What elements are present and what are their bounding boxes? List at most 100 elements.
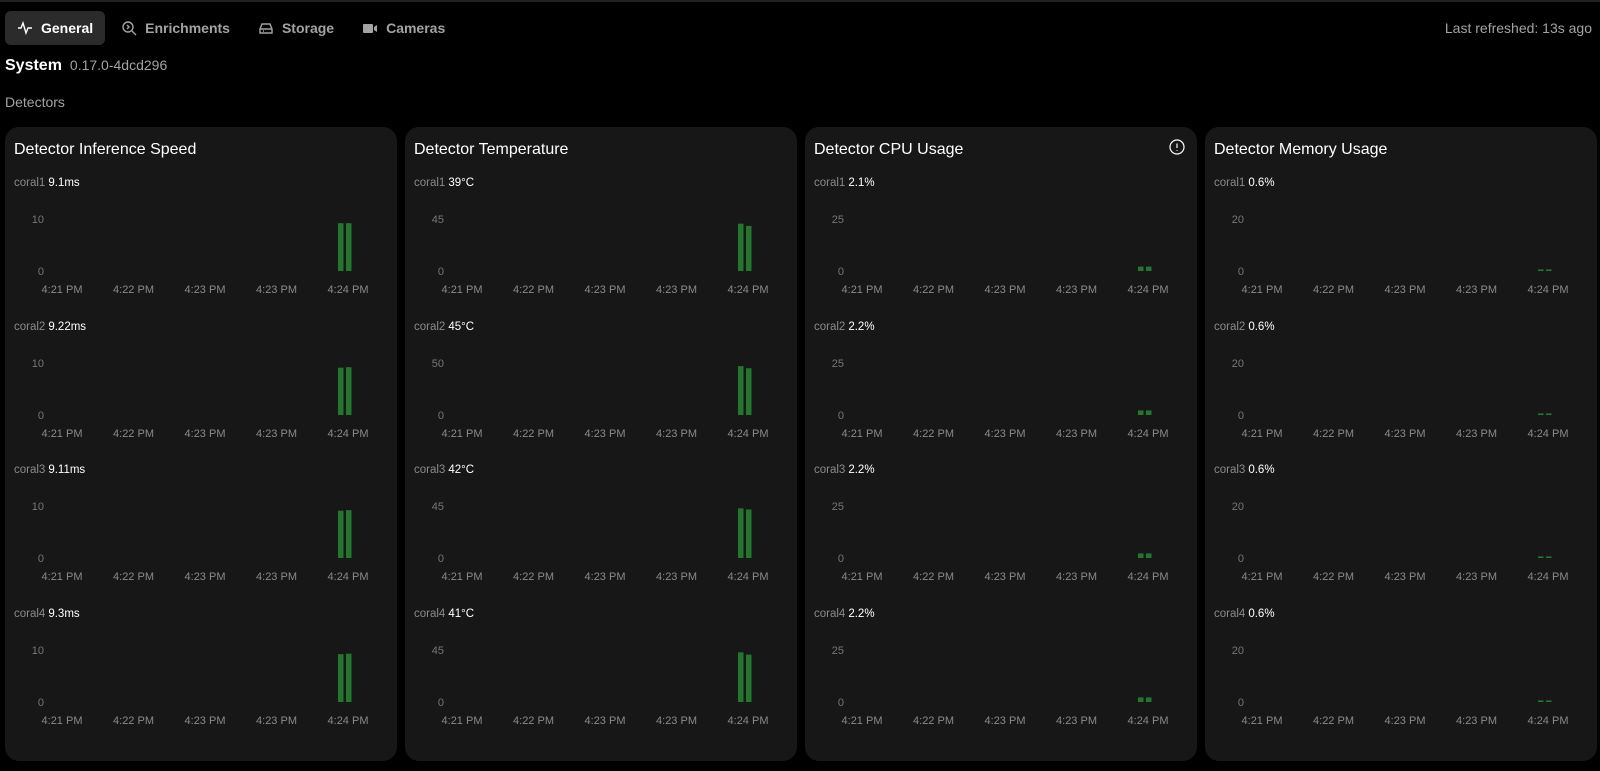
- y-tick-label: 20: [1232, 645, 1244, 657]
- bar-coral3-0[interactable]: [1138, 553, 1144, 558]
- y-tick-label: 10: [32, 214, 44, 226]
- x-tick-label: 4:21 PM: [1242, 571, 1283, 583]
- bar-coral1-0[interactable]: [1538, 269, 1544, 271]
- x-tick-label: 4:22 PM: [513, 715, 554, 727]
- bar-coral2-0[interactable]: [1538, 412, 1544, 415]
- x-tick-label: 4:23 PM: [656, 571, 697, 583]
- bar-coral2-1[interactable]: [1546, 412, 1552, 415]
- bar-coral3-0[interactable]: [738, 508, 744, 558]
- x-tick-label: 4:24 PM: [1128, 571, 1169, 583]
- x-tick-label: 4:21 PM: [42, 715, 83, 727]
- detector-name: coral1: [414, 177, 446, 189]
- x-tick-label: 4:24 PM: [328, 715, 369, 727]
- x-tick-label: 4:23 PM: [656, 428, 697, 440]
- y-tick-label: 50: [432, 358, 444, 370]
- bar-coral2-0[interactable]: [1138, 409, 1144, 415]
- x-tick-label: 4:24 PM: [1528, 284, 1569, 296]
- x-tick-label: 4:21 PM: [842, 715, 883, 727]
- y-tick-label: 45: [432, 645, 444, 657]
- bar-coral2-1[interactable]: [346, 366, 352, 415]
- bar-coral4-1[interactable]: [1146, 696, 1152, 702]
- x-tick-label: 4:23 PM: [585, 284, 626, 296]
- bar-chart: 10 0 4:21 PM 4:22 PM 4:23 PM 4:23 PM 4:24 PM: [32, 645, 369, 727]
- x-tick-label: 4:21 PM: [442, 715, 483, 727]
- bar-coral3-0[interactable]: [1538, 556, 1544, 558]
- x-tick-label: 4:24 PM: [1128, 428, 1169, 440]
- bar-coral1-1[interactable]: [1146, 266, 1152, 271]
- bar-coral1-0[interactable]: [1138, 266, 1144, 271]
- bar-coral3-0[interactable]: [338, 510, 344, 558]
- detector-chart-coral3: coral3 42°C 45 0 4:21 PM 4:22 PM 4:23 PM 4:23 P…: [414, 464, 788, 608]
- detector-value: 2.2%: [848, 464, 875, 476]
- x-tick-label: 4:23 PM: [985, 284, 1026, 296]
- y-tick-label: 0: [1238, 410, 1244, 422]
- bar-coral2-1[interactable]: [746, 367, 752, 415]
- bar-coral4-0[interactable]: [1138, 696, 1144, 702]
- bar-coral3-1[interactable]: [1146, 553, 1152, 558]
- detector-value: 9.1ms: [48, 177, 80, 189]
- bar-coral1-1[interactable]: [346, 223, 352, 271]
- y-tick-label: 0: [438, 697, 444, 709]
- bar-coral4-1[interactable]: [346, 653, 352, 702]
- series-label: coral4 41°C: [414, 608, 788, 624]
- x-tick-label: 4:21 PM: [42, 571, 83, 583]
- x-tick-label: 4:22 PM: [1313, 284, 1354, 296]
- bar-coral2-0[interactable]: [738, 365, 744, 415]
- x-tick-label: 4:23 PM: [256, 571, 297, 583]
- x-tick-label: 4:22 PM: [113, 428, 154, 440]
- bar-coral1-1[interactable]: [746, 225, 752, 271]
- tab-storage[interactable]: Storage: [246, 11, 346, 45]
- x-tick-label: 4:24 PM: [728, 428, 769, 440]
- x-tick-label: 4:23 PM: [1456, 571, 1497, 583]
- tab-general[interactable]: General: [5, 11, 106, 45]
- series-label: coral4 2.2%: [814, 608, 1188, 624]
- x-tick-label: 4:21 PM: [842, 428, 883, 440]
- x-tick-label: 4:24 PM: [328, 284, 369, 296]
- bar-chart: 20 0 4:21 PM 4:22 PM 4:23 PM 4:23 PM 4:24 PM: [1232, 645, 1569, 727]
- bar-coral3-1[interactable]: [346, 510, 352, 558]
- detector-name: coral4: [414, 607, 446, 620]
- y-tick-label: 0: [838, 410, 844, 422]
- detector-name: coral1: [1214, 177, 1246, 189]
- bar-chart: 25 0 4:21 PM 4:22 PM 4:23 PM 4:23 PM 4:24 PM: [832, 358, 1169, 440]
- info-icon[interactable]: [1169, 139, 1185, 155]
- x-tick-label: 4:21 PM: [842, 571, 883, 583]
- tab-enrichments[interactable]: Enrichments: [109, 11, 242, 45]
- y-tick-label: 0: [838, 553, 844, 565]
- x-tick-label: 4:21 PM: [1242, 428, 1283, 440]
- y-tick-label: 0: [38, 553, 44, 565]
- y-tick-label: 20: [1232, 501, 1244, 513]
- x-tick-label: 4:23 PM: [1385, 428, 1426, 440]
- bar-coral4-0[interactable]: [1538, 699, 1544, 702]
- series-label: coral3 42°C: [414, 464, 788, 480]
- series-label: coral3 0.6%: [1214, 464, 1588, 480]
- bar-chart: 50 0 4:21 PM 4:22 PM 4:23 PM 4:23 PM 4:24 PM: [432, 358, 769, 440]
- detector-value: 45°C: [448, 320, 475, 333]
- bar-chart: 45 0 4:21 PM 4:22 PM 4:23 PM 4:23 PM 4:24 PM: [432, 214, 769, 296]
- bar-coral3-1[interactable]: [1546, 556, 1552, 558]
- bar-coral3-1[interactable]: [746, 509, 752, 558]
- bar-coral2-1[interactable]: [1146, 409, 1152, 415]
- series-label: coral2 45°C: [414, 321, 788, 337]
- x-tick-label: 4:23 PM: [185, 284, 226, 296]
- bar-coral4-1[interactable]: [746, 654, 752, 702]
- bar-chart: 25 0 4:21 PM 4:22 PM 4:23 PM 4:23 PM 4:24 PM: [832, 214, 1169, 296]
- bar-coral1-0[interactable]: [738, 223, 744, 271]
- x-tick-label: 4:23 PM: [585, 428, 626, 440]
- x-tick-label: 4:22 PM: [513, 284, 554, 296]
- y-tick-label: 0: [1238, 266, 1244, 278]
- detector-name: coral4: [814, 607, 846, 620]
- bar-coral4-1[interactable]: [1546, 699, 1552, 702]
- x-tick-label: 4:24 PM: [728, 284, 769, 296]
- y-tick-label: 10: [32, 358, 44, 370]
- bar-coral4-0[interactable]: [738, 651, 744, 702]
- bar-coral1-1[interactable]: [1546, 269, 1552, 271]
- bar-coral2-0[interactable]: [338, 367, 344, 415]
- detector-name: coral2: [414, 320, 446, 333]
- x-tick-label: 4:22 PM: [113, 715, 154, 727]
- activity-icon: [18, 20, 32, 36]
- x-tick-label: 4:21 PM: [842, 284, 883, 296]
- bar-coral1-0[interactable]: [338, 223, 344, 271]
- bar-coral4-0[interactable]: [338, 653, 344, 702]
- tab-cameras[interactable]: Cameras: [350, 11, 457, 45]
